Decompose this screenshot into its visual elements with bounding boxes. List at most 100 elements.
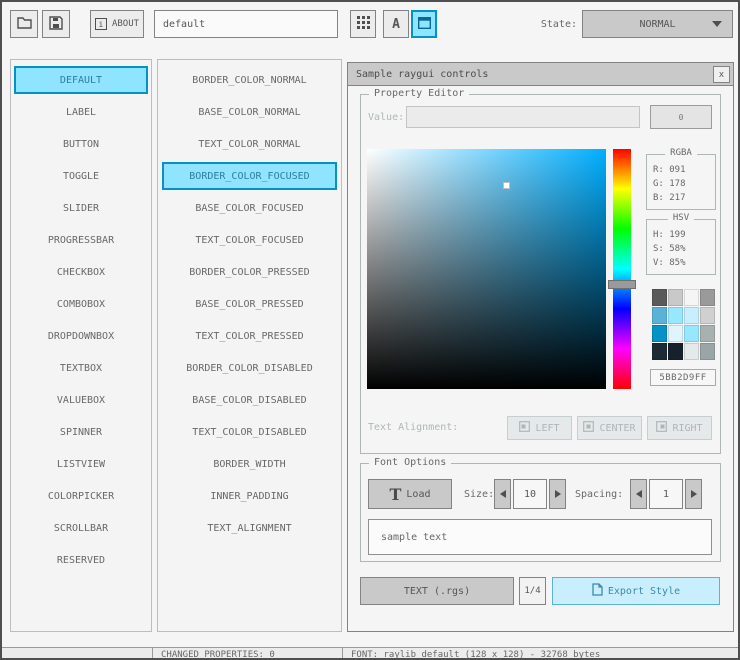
changed-properties-text: CHANGED PROPERTIES: 0 — [161, 650, 275, 660]
palette-swatch[interactable] — [668, 307, 683, 324]
status-font-info: FONT: raylib default (128 x 128) - 32768… — [342, 648, 738, 658]
palette-swatch[interactable] — [652, 307, 667, 324]
align-left-button[interactable]: LEFT — [507, 416, 572, 440]
spacing-increment-button[interactable] — [685, 479, 702, 509]
hsv-v-value: V: 85% — [653, 258, 686, 268]
list-item[interactable]: COLORPICKER — [14, 482, 148, 510]
list-item[interactable]: TEXT_COLOR_DISABLED — [162, 418, 337, 446]
palette-swatch[interactable] — [700, 325, 715, 342]
list-item[interactable]: SCROLLBAR — [14, 514, 148, 542]
style-panel-icon — [417, 16, 431, 32]
list-item[interactable]: TEXT_ALIGNMENT — [162, 514, 337, 542]
palette-swatch[interactable] — [668, 325, 683, 342]
close-button[interactable]: x — [713, 66, 730, 83]
font-load-button[interactable]: T Load — [368, 479, 452, 509]
hue-slider-handle[interactable] — [608, 280, 636, 289]
list-item[interactable]: LABEL — [14, 98, 148, 126]
window-title: Sample raygui controls — [356, 68, 489, 80]
color-saturation-value-panel[interactable] — [367, 149, 606, 389]
state-value: NORMAL — [639, 18, 676, 30]
list-item[interactable]: INNER_PADDING — [162, 482, 337, 510]
align-left-label: LEFT — [535, 422, 560, 434]
list-item[interactable]: BASE_COLOR_FOCUSED — [162, 194, 337, 222]
list-item[interactable]: RESERVED — [14, 546, 148, 574]
list-item[interactable]: TEXT_COLOR_NORMAL — [162, 130, 337, 158]
value-input[interactable] — [406, 106, 640, 128]
list-item[interactable]: BORDER_COLOR_DISABLED — [162, 354, 337, 382]
palette-swatch[interactable] — [684, 343, 699, 360]
list-item[interactable]: TEXTBOX — [14, 354, 148, 382]
align-center-label: CENTER — [599, 422, 636, 434]
list-item[interactable]: PROGRESSBAR — [14, 226, 148, 254]
list-item[interactable]: VALUEBOX — [14, 386, 148, 414]
list-item[interactable]: TEXT_COLOR_PRESSED — [162, 322, 337, 350]
window-titlebar[interactable]: Sample raygui controls — [348, 63, 733, 86]
list-item[interactable]: SLIDER — [14, 194, 148, 222]
list-item[interactable]: DEFAULT — [14, 66, 148, 94]
list-item[interactable]: TEXT_COLOR_FOCUSED — [162, 226, 337, 254]
palette-swatch[interactable] — [700, 343, 715, 360]
list-item[interactable]: CHECKBOX — [14, 258, 148, 286]
palette-swatch[interactable] — [700, 307, 715, 324]
floppy-icon — [49, 15, 63, 33]
list-item[interactable]: TOGGLE — [14, 162, 148, 190]
font-T-icon: T — [389, 484, 402, 504]
folder-icon — [16, 16, 32, 32]
status-bar: CHANGED PROPERTIES: 0 FONT: raylib defau… — [2, 647, 738, 660]
load-style-button[interactable] — [10, 10, 38, 38]
list-item[interactable]: BORDER_COLOR_NORMAL — [162, 66, 337, 94]
align-center-icon — [583, 421, 595, 435]
value-label: Value: — [368, 112, 405, 123]
list-item[interactable]: BORDER_WIDTH — [162, 450, 337, 478]
palette-swatch[interactable] — [684, 289, 699, 306]
palette-swatch[interactable] — [668, 289, 683, 306]
palette-swatch[interactable] — [652, 343, 667, 360]
grid-view-button[interactable] — [350, 10, 376, 38]
palette-swatch[interactable] — [684, 325, 699, 342]
status-changed-properties: CHANGED PROPERTIES: 0 — [152, 648, 342, 660]
list-item[interactable]: BORDER_COLOR_FOCUSED — [162, 162, 337, 190]
size-decrement-button[interactable] — [494, 479, 511, 509]
font-edit-button[interactable]: A — [383, 10, 409, 38]
list-item[interactable]: BASE_COLOR_PRESSED — [162, 290, 337, 318]
sample-text-box[interactable]: sample text — [368, 519, 712, 555]
size-value[interactable]: 10 — [513, 479, 547, 509]
grid-icon — [356, 16, 370, 32]
text-alignment-label: Text Alignment: — [368, 422, 459, 433]
palette-swatch[interactable] — [700, 289, 715, 306]
list-item[interactable]: DROPDOWNBOX — [14, 322, 148, 350]
spacing-decrement-button[interactable] — [630, 479, 647, 509]
properties-list: BORDER_COLOR_NORMAL BASE_COLOR_NORMAL TE… — [157, 59, 342, 632]
hex-color-value: 5BB2D9FF — [650, 369, 716, 386]
palette-swatch[interactable] — [652, 289, 667, 306]
size-increment-button[interactable] — [549, 479, 566, 509]
list-item[interactable]: SPINNER — [14, 418, 148, 446]
align-center-button[interactable]: CENTER — [577, 416, 642, 440]
list-item[interactable]: BASE_COLOR_DISABLED — [162, 386, 337, 414]
color-picker-cursor[interactable] — [503, 182, 510, 189]
list-item[interactable]: BORDER_COLOR_PRESSED — [162, 258, 337, 286]
spacing-label: Spacing: — [575, 489, 624, 500]
list-item[interactable]: COMBOBOX — [14, 290, 148, 318]
export-style-button[interactable]: Export Style — [552, 577, 720, 605]
list-item[interactable]: LISTVIEW — [14, 450, 148, 478]
controls-list: DEFAULT LABEL BUTTON TOGGLE SLIDER PROGR… — [10, 59, 152, 632]
chevron-down-icon — [712, 21, 722, 27]
value-action-button[interactable]: 0 — [650, 105, 712, 129]
style-edit-button[interactable] — [411, 10, 437, 38]
export-format-button[interactable]: TEXT (.rgs) — [360, 577, 514, 605]
palette-swatch[interactable] — [668, 343, 683, 360]
list-item[interactable]: BASE_COLOR_NORMAL — [162, 98, 337, 126]
palette-swatch[interactable] — [684, 307, 699, 324]
spacing-value[interactable]: 1 — [649, 479, 683, 509]
about-button[interactable]: i ABOUT — [90, 10, 144, 38]
format-page-indicator[interactable]: 1/4 — [519, 577, 546, 605]
export-file-icon — [592, 583, 603, 599]
save-style-button[interactable] — [42, 10, 70, 38]
palette-swatch[interactable] — [652, 325, 667, 342]
align-right-button[interactable]: RIGHT — [647, 416, 712, 440]
hue-bar[interactable] — [613, 149, 631, 389]
state-dropdown[interactable]: NORMAL — [582, 10, 733, 38]
style-name-input[interactable] — [154, 10, 338, 38]
list-item[interactable]: BUTTON — [14, 130, 148, 158]
